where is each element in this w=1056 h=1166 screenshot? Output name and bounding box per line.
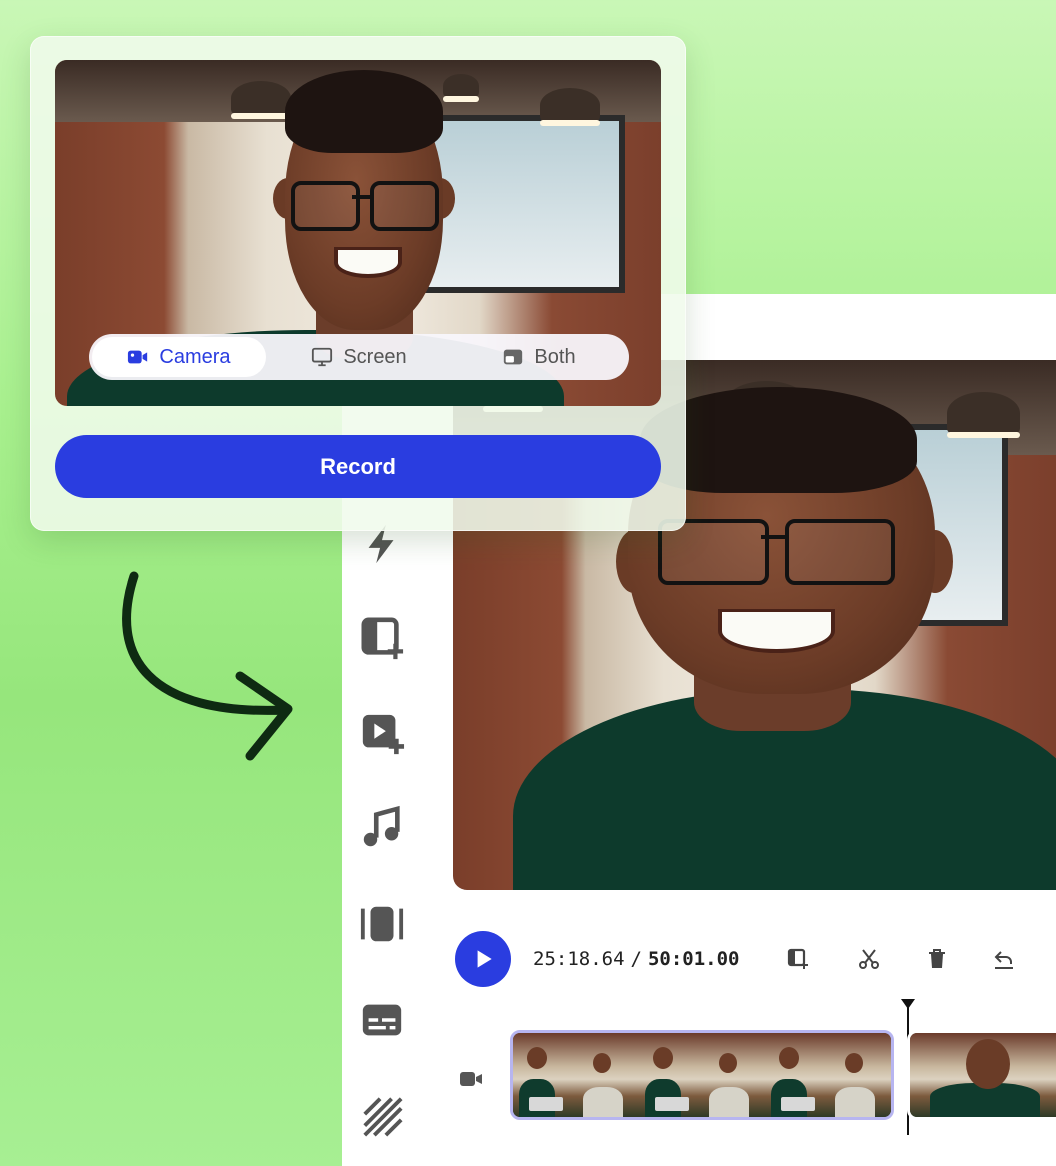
- record-button[interactable]: Record: [55, 435, 661, 498]
- mode-screen-label: Screen: [343, 345, 407, 368]
- recorder-panel: Camera Screen Both Record: [30, 36, 686, 531]
- add-clip-icon: [787, 948, 808, 969]
- mode-both-tab[interactable]: Both: [452, 334, 626, 380]
- undo-icon: [994, 951, 1013, 969]
- time-separator: /: [630, 948, 642, 970]
- delete-button[interactable]: [922, 944, 952, 974]
- trash-icon: [929, 949, 945, 968]
- camera-preview: Camera Screen Both: [55, 60, 661, 406]
- current-time: 25:18.64: [533, 948, 625, 970]
- add-video-icon: [362, 714, 405, 755]
- pattern-tool-button[interactable]: [358, 1092, 406, 1140]
- clip-thumbnail: [513, 1033, 639, 1117]
- play-icon: [477, 950, 492, 968]
- time-readout: 25:18.64/50:01.00: [533, 948, 739, 970]
- resize-frame-icon: [360, 906, 404, 942]
- clip-thumbnail: [639, 1033, 765, 1117]
- add-video-tool-button[interactable]: [358, 710, 406, 758]
- mode-camera-label: Camera: [159, 345, 231, 368]
- subtitles-icon: [362, 1004, 402, 1036]
- play-button[interactable]: [455, 931, 511, 987]
- add-layout-icon: [361, 617, 404, 660]
- mode-camera-tab[interactable]: Camera: [92, 337, 266, 377]
- undo-button[interactable]: [989, 944, 1019, 974]
- capture-mode-selector: Camera Screen Both: [89, 334, 629, 380]
- timeline[interactable]: [453, 999, 1056, 1139]
- timeline-clip[interactable]: [510, 1030, 894, 1120]
- add-clip-button[interactable]: [783, 944, 813, 974]
- mode-both-label: Both: [534, 345, 576, 368]
- timeline-clip[interactable]: [907, 1030, 1056, 1120]
- playback-controls: 25:18.64/50:01.00: [453, 924, 1056, 994]
- add-layout-tool-button[interactable]: [358, 614, 406, 662]
- monitor-icon: [312, 347, 333, 367]
- music-tool-button[interactable]: [358, 804, 406, 852]
- video-camera-icon: [459, 1069, 483, 1089]
- total-time: 50:01.00: [647, 948, 740, 970]
- pattern-icon: [363, 1097, 403, 1137]
- clip-thumbnail: [910, 1033, 1056, 1117]
- music-note-icon: [363, 805, 400, 847]
- scissors-icon: [859, 949, 879, 969]
- subtitles-tool-button[interactable]: [358, 996, 406, 1044]
- clip-thumbnail: [765, 1033, 891, 1117]
- curved-arrow-icon: [122, 571, 293, 761]
- cut-button[interactable]: [854, 944, 884, 974]
- resize-tool-button[interactable]: [358, 900, 406, 948]
- camera-icon: [128, 350, 148, 364]
- mode-screen-tab[interactable]: Screen: [272, 334, 446, 380]
- picture-in-picture-icon: [504, 349, 523, 365]
